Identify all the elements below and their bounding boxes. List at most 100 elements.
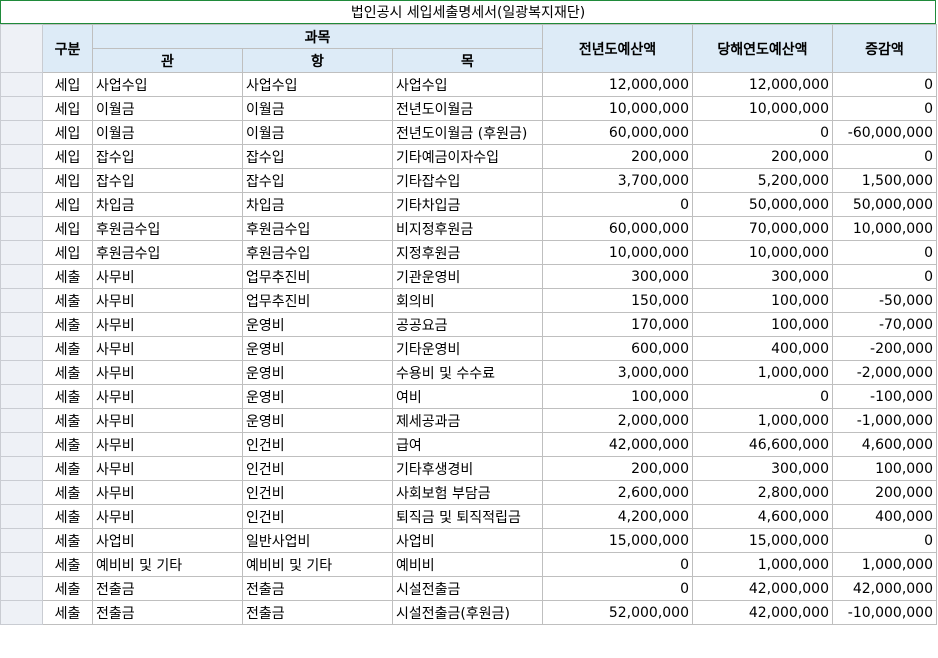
cell-gwan[interactable]: 사무비	[92, 408, 243, 433]
cell-gwan[interactable]: 잡수입	[92, 144, 243, 169]
cell-gubun[interactable]: 세출	[42, 360, 93, 385]
cell-gubun[interactable]: 세출	[42, 576, 93, 601]
cell-mok[interactable]: 제세공과금	[392, 408, 543, 433]
header-gubun[interactable]: 구분	[42, 24, 93, 73]
cell-prev-budget[interactable]: 10,000,000	[542, 240, 693, 265]
cell-mok[interactable]: 예비비	[392, 552, 543, 577]
cell-curr-budget[interactable]: 10,000,000	[692, 96, 833, 121]
cell-gubun[interactable]: 세출	[42, 408, 93, 433]
cell-diff[interactable]: -1,000,000	[832, 408, 937, 433]
cell-prev-budget[interactable]: 200,000	[542, 456, 693, 481]
cell-gubun[interactable]: 세출	[42, 456, 93, 481]
cell-diff[interactable]: 0	[832, 264, 937, 289]
cell-gwan[interactable]: 사무비	[92, 336, 243, 361]
cell-mok[interactable]: 전년도이월금	[392, 96, 543, 121]
cell-gubun[interactable]: 세입	[42, 192, 93, 217]
cell-prev-budget[interactable]: 0	[542, 192, 693, 217]
cell-hang[interactable]: 전출금	[242, 576, 393, 601]
cell-mok[interactable]: 기타잡수입	[392, 168, 543, 193]
cell-prev-budget[interactable]: 0	[542, 576, 693, 601]
cell-mok[interactable]: 퇴직금 및 퇴직적립금	[392, 504, 543, 529]
cell-diff[interactable]: 1,500,000	[832, 168, 937, 193]
cell-mok[interactable]: 급여	[392, 432, 543, 457]
cell-hang[interactable]: 인건비	[242, 504, 393, 529]
row-header-cell[interactable]	[0, 576, 43, 601]
cell-hang[interactable]: 차입금	[242, 192, 393, 217]
cell-prev-budget[interactable]: 150,000	[542, 288, 693, 313]
cell-diff[interactable]: 42,000,000	[832, 576, 937, 601]
cell-diff[interactable]: 100,000	[832, 456, 937, 481]
cell-hang[interactable]: 잡수입	[242, 144, 393, 169]
row-header-cell[interactable]	[0, 192, 43, 217]
cell-curr-budget[interactable]: 0	[692, 384, 833, 409]
row-header-cell[interactable]	[0, 72, 43, 97]
cell-diff[interactable]: -2,000,000	[832, 360, 937, 385]
row-header-cell[interactable]	[0, 312, 43, 337]
cell-gubun[interactable]: 세입	[42, 240, 93, 265]
row-header-cell[interactable]	[0, 456, 43, 481]
cell-gubun[interactable]: 세입	[42, 216, 93, 241]
header-mok[interactable]: 목	[392, 48, 543, 73]
row-header-cell[interactable]	[0, 360, 43, 385]
cell-gwan[interactable]: 사업비	[92, 528, 243, 553]
cell-hang[interactable]: 이월금	[242, 96, 393, 121]
cell-hang[interactable]: 업무추진비	[242, 264, 393, 289]
cell-diff[interactable]: -100,000	[832, 384, 937, 409]
row-header-cell[interactable]	[0, 144, 43, 169]
cell-prev-budget[interactable]: 2,600,000	[542, 480, 693, 505]
cell-hang[interactable]: 인건비	[242, 432, 393, 457]
cell-hang[interactable]: 인건비	[242, 456, 393, 481]
cell-diff[interactable]: 200,000	[832, 480, 937, 505]
cell-gubun[interactable]: 세출	[42, 480, 93, 505]
cell-gwan[interactable]: 후원금수입	[92, 240, 243, 265]
cell-mok[interactable]: 공공요금	[392, 312, 543, 337]
cell-diff[interactable]: 0	[832, 240, 937, 265]
row-header-cell[interactable]	[0, 168, 43, 193]
cell-gubun[interactable]: 세출	[42, 264, 93, 289]
cell-mok[interactable]: 지정후원금	[392, 240, 543, 265]
cell-gwan[interactable]: 사무비	[92, 264, 243, 289]
cell-mok[interactable]: 비지정후원금	[392, 216, 543, 241]
row-header-cell[interactable]	[0, 24, 43, 73]
cell-gwan[interactable]: 이월금	[92, 120, 243, 145]
header-gwamok[interactable]: 과목	[92, 24, 543, 49]
cell-hang[interactable]: 운영비	[242, 408, 393, 433]
cell-mok[interactable]: 기타예금이자수입	[392, 144, 543, 169]
cell-prev-budget[interactable]: 3,700,000	[542, 168, 693, 193]
cell-gubun[interactable]: 세입	[42, 72, 93, 97]
cell-hang[interactable]: 운영비	[242, 336, 393, 361]
header-gwan[interactable]: 관	[92, 48, 243, 73]
cell-gwan[interactable]: 잡수입	[92, 168, 243, 193]
cell-gwan[interactable]: 사업수입	[92, 72, 243, 97]
cell-prev-budget[interactable]: 2,000,000	[542, 408, 693, 433]
cell-gwan[interactable]: 예비비 및 기타	[92, 552, 243, 577]
cell-curr-budget[interactable]: 400,000	[692, 336, 833, 361]
cell-diff[interactable]: 50,000,000	[832, 192, 937, 217]
row-header-cell[interactable]	[0, 408, 43, 433]
header-prev-budget[interactable]: 전년도예산액	[542, 24, 693, 73]
cell-gwan[interactable]: 사무비	[92, 456, 243, 481]
cell-hang[interactable]: 업무추진비	[242, 288, 393, 313]
cell-prev-budget[interactable]: 15,000,000	[542, 528, 693, 553]
cell-curr-budget[interactable]: 1,000,000	[692, 552, 833, 577]
cell-mok[interactable]: 기타차입금	[392, 192, 543, 217]
cell-prev-budget[interactable]: 100,000	[542, 384, 693, 409]
cell-mok[interactable]: 사업수입	[392, 72, 543, 97]
cell-prev-budget[interactable]: 42,000,000	[542, 432, 693, 457]
cell-gwan[interactable]: 사무비	[92, 312, 243, 337]
row-header-cell[interactable]	[0, 288, 43, 313]
cell-gwan[interactable]: 사무비	[92, 432, 243, 457]
cell-gubun[interactable]: 세출	[42, 384, 93, 409]
cell-diff[interactable]: 10,000,000	[832, 216, 937, 241]
cell-gubun[interactable]: 세입	[42, 144, 93, 169]
row-header-cell[interactable]	[0, 384, 43, 409]
cell-curr-budget[interactable]: 300,000	[692, 456, 833, 481]
sheet-title-cell[interactable]: 법인공시 세입세출명세서(일광복지재단)	[0, 0, 936, 24]
cell-diff[interactable]: 0	[832, 144, 937, 169]
cell-hang[interactable]: 후원금수입	[242, 240, 393, 265]
cell-diff[interactable]: 0	[832, 72, 937, 97]
cell-mok[interactable]: 수용비 및 수수료	[392, 360, 543, 385]
cell-gubun[interactable]: 세출	[42, 504, 93, 529]
cell-mok[interactable]: 시설전출금(후원금)	[392, 600, 543, 625]
cell-gwan[interactable]: 사무비	[92, 384, 243, 409]
